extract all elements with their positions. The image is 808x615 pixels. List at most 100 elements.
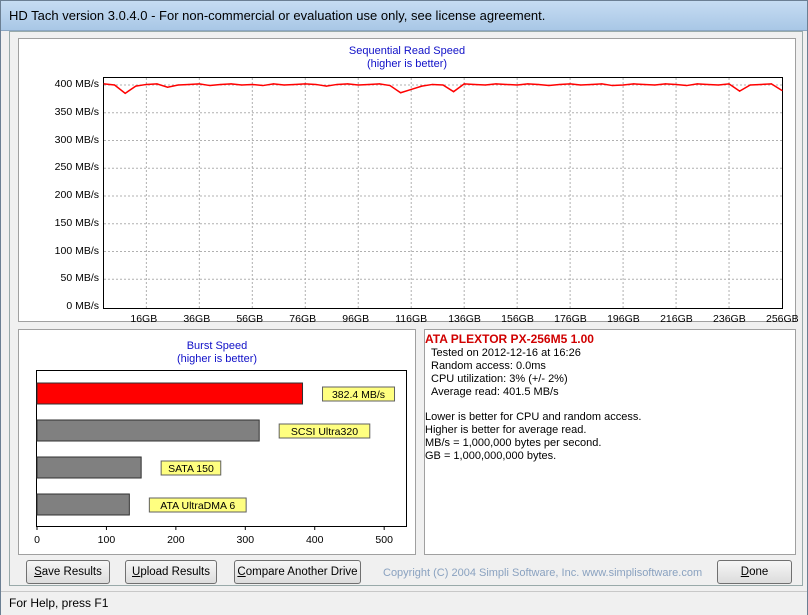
read-speed-point bbox=[272, 83, 275, 85]
save-label: ave Results bbox=[41, 566, 102, 578]
burst-bar-label: 382.4 MB/s bbox=[332, 389, 385, 401]
read-speed-point bbox=[590, 83, 592, 86]
y-tick-label: 250 MB/s bbox=[54, 161, 99, 174]
read-speed-point bbox=[124, 92, 126, 94]
read-speed-point bbox=[294, 83, 296, 86]
read-speed-point bbox=[770, 83, 773, 85]
tested-date: Tested on 2012-12-16 at 16:26 bbox=[431, 347, 581, 359]
read-speed-point bbox=[601, 83, 603, 85]
x-tick-label: 216GB bbox=[660, 313, 693, 325]
sequential-chart-subtitle: (higher is better) bbox=[366, 58, 448, 70]
read-speed-point bbox=[368, 83, 370, 86]
burst-x-tick-label: 100 bbox=[98, 534, 116, 546]
sequential-read-panel: Sequential Read Speed (higher is better)… bbox=[18, 38, 799, 325]
read-speed-point bbox=[283, 84, 285, 86]
read-speed-point bbox=[325, 85, 328, 87]
burst-bar bbox=[36, 419, 260, 442]
compare-drive-button[interactable]: Compare Another Drive bbox=[234, 560, 361, 584]
sequential-plot-area bbox=[103, 77, 783, 309]
burst-x-tick-label: 300 bbox=[237, 534, 255, 546]
compare-hotkey: C bbox=[237, 566, 246, 578]
read-speed-point bbox=[103, 83, 105, 85]
read-speed-point bbox=[315, 83, 317, 86]
read-speed-point bbox=[548, 84, 550, 87]
save-results-button[interactable]: Save Results bbox=[26, 560, 110, 584]
upload-results-button[interactable]: Upload Results bbox=[125, 560, 217, 584]
y-tick-label: 150 MB/s bbox=[54, 216, 99, 229]
read-speed-point bbox=[686, 84, 688, 87]
read-speed-point bbox=[728, 83, 730, 85]
average-read: Average read: 401.5 MB/s bbox=[431, 386, 559, 398]
read-speed-point bbox=[166, 86, 169, 88]
read-speed-point bbox=[633, 83, 635, 85]
read-speed-point bbox=[675, 83, 677, 86]
read-speed-point bbox=[707, 83, 709, 86]
read-speed-point bbox=[230, 83, 232, 85]
read-speed-point bbox=[622, 84, 624, 86]
read-speed-point bbox=[463, 83, 465, 85]
read-speed-point bbox=[188, 83, 190, 86]
x-tick-label: 136GB bbox=[448, 313, 481, 325]
random-access: Random access: 0.0ms bbox=[431, 360, 546, 372]
read-speed-point bbox=[304, 83, 306, 85]
read-speed-point bbox=[781, 89, 783, 92]
read-speed-point bbox=[241, 84, 243, 86]
read-speed-point bbox=[452, 91, 455, 93]
burst-x-tick-label: 200 bbox=[167, 534, 185, 546]
read-speed-point bbox=[569, 83, 571, 85]
y-tick-label: 0 MB/s bbox=[66, 300, 99, 312]
y-tick-label: 50 MB/s bbox=[60, 272, 99, 285]
x-tick-label: 96GB bbox=[342, 313, 370, 325]
title-bar[interactable]: HD Tach version 3.0.4.0 - For non-commer… bbox=[1, 1, 807, 31]
x-tick-label: 196GB bbox=[607, 313, 640, 325]
x-tick-label: 256GB bbox=[766, 313, 799, 325]
done-button[interactable]: Done bbox=[717, 560, 792, 584]
sequential-plot bbox=[103, 77, 783, 309]
read-speed-point bbox=[527, 83, 529, 85]
read-speed-point bbox=[135, 85, 137, 87]
burst-bar-label: ATA UltraDMA 6 bbox=[160, 500, 235, 512]
y-tick-label: 200 MB/s bbox=[54, 189, 99, 201]
note-cpu: Lower is better for CPU and random acces… bbox=[425, 411, 642, 423]
note-read: Higher is better for average read. bbox=[425, 424, 587, 436]
read-speed-point bbox=[262, 84, 264, 87]
read-speed-point bbox=[357, 84, 359, 86]
read-speed-point bbox=[145, 83, 147, 86]
read-speed-point bbox=[558, 83, 561, 86]
x-tick-label: 156GB bbox=[501, 313, 534, 325]
done-label: one bbox=[749, 566, 769, 578]
cpu-utilization: CPU utilization: 3% (+/- 2%) bbox=[431, 373, 568, 385]
burst-x-tick-label: 0 bbox=[34, 534, 40, 546]
read-speed-point bbox=[251, 83, 253, 86]
read-speed-point bbox=[516, 84, 518, 86]
burst-speed-panel: Burst Speed (higher is better) 382.4 MB/… bbox=[18, 329, 416, 555]
compare-label: ompare Another Drive bbox=[245, 566, 358, 578]
note-gb: GB = 1,000,000,000 bytes. bbox=[425, 450, 557, 462]
read-speed-point bbox=[537, 83, 539, 86]
burst-bar-label: SCSI Ultra320 bbox=[291, 426, 358, 438]
x-tick-label: 176GB bbox=[554, 313, 587, 325]
read-speed-point bbox=[611, 84, 614, 87]
window-title: HD Tach version 3.0.4.0 - For non-commer… bbox=[9, 8, 546, 23]
read-speed-point bbox=[749, 84, 751, 86]
read-speed-point bbox=[421, 85, 423, 87]
read-speed-point bbox=[717, 84, 720, 86]
read-speed-point bbox=[484, 84, 486, 86]
read-speed-point bbox=[495, 83, 497, 85]
read-speed-point bbox=[431, 83, 434, 86]
y-tick-label: 350 MB/s bbox=[54, 105, 99, 118]
burst-bar bbox=[36, 456, 142, 479]
x-tick-label: 76GB bbox=[289, 313, 317, 325]
x-tick-label: 236GB bbox=[713, 313, 746, 325]
y-tick-label: 100 MB/s bbox=[54, 244, 99, 257]
x-tick-label: 56GB bbox=[236, 313, 264, 325]
read-speed-point bbox=[177, 84, 179, 86]
read-speed-point bbox=[113, 84, 116, 86]
read-speed-point bbox=[389, 84, 391, 87]
upload-label: pload Results bbox=[140, 566, 210, 578]
read-speed-point bbox=[442, 84, 444, 86]
read-speed-point bbox=[410, 88, 412, 91]
read-speed-point bbox=[336, 83, 338, 86]
done-hotkey: D bbox=[740, 566, 750, 578]
burst-bar-label: SATA 150 bbox=[168, 463, 214, 475]
